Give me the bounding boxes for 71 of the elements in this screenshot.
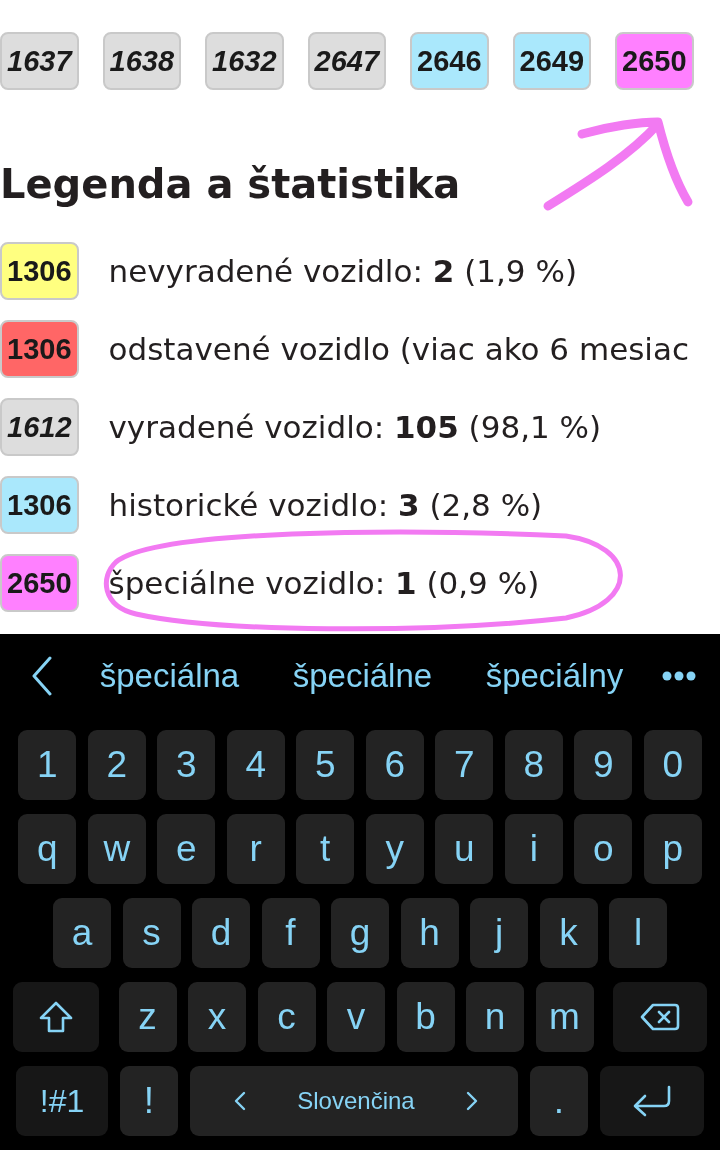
keyboard-key[interactable]: ! — [120, 1066, 178, 1136]
space-key[interactable]: Slovenčina — [190, 1066, 518, 1136]
legend-text: vyradené vozidlo: 105 (98,1 %) — [108, 408, 602, 447]
chevron-left-icon — [234, 1091, 246, 1111]
chevron-right-icon — [466, 1091, 478, 1111]
legend-badge: 2650 — [0, 554, 79, 612]
keyboard-key[interactable]: g — [331, 898, 389, 968]
keyboard-key[interactable]: d — [192, 898, 250, 968]
legend-badge: 1306 — [0, 320, 79, 378]
keyboard-key[interactable]: i — [504, 814, 563, 884]
vehicle-number-badge[interactable]: 2647 — [307, 32, 387, 90]
keyboard-key[interactable]: 6 — [365, 730, 424, 800]
vehicle-number-badge[interactable]: 2650 — [615, 32, 694, 90]
keyboard-key[interactable]: j — [470, 898, 528, 968]
legend-text: nevyradené vozidlo: 2 (1,9 %) — [108, 252, 577, 291]
keyboard-key[interactable]: 9 — [574, 730, 633, 800]
enter-key[interactable] — [600, 1066, 704, 1136]
legend-badge: 1612 — [0, 398, 79, 456]
word-suggestion[interactable]: špeciálny — [485, 656, 624, 696]
backspace-icon — [640, 1003, 680, 1031]
keyboard-key[interactable]: u — [435, 814, 494, 884]
keyboard-key[interactable]: 1 — [18, 730, 77, 800]
section-heading: Legenda a štatistika — [0, 160, 461, 208]
vehicle-number-badge[interactable]: 2649 — [512, 32, 592, 90]
keyboard-key[interactable]: b — [396, 982, 455, 1052]
legend-text: historické vozidlo: 3 (2,8 %) — [108, 486, 543, 525]
word-suggestion[interactable]: špeciálna — [99, 656, 240, 696]
backspace-key[interactable] — [613, 982, 707, 1052]
keyboard-key[interactable]: x — [188, 982, 246, 1052]
shift-key[interactable] — [13, 982, 99, 1052]
keyboard-key[interactable]: m — [535, 982, 594, 1052]
keyboard-key[interactable]: s — [122, 898, 181, 968]
keyboard-key[interactable]: e — [157, 814, 216, 884]
keyboard-key[interactable]: o — [574, 814, 633, 884]
legend-text: špeciálne vozidlo: 1 (0,9 %) — [108, 564, 540, 603]
keyboard-key[interactable]: 5 — [296, 730, 355, 800]
keyboard-key[interactable]: r — [226, 814, 285, 884]
keyboard-key[interactable]: 3 — [157, 730, 216, 800]
keyboard-key[interactable]: v — [327, 982, 385, 1052]
keyboard-key[interactable]: p — [643, 814, 702, 884]
keyboard-key[interactable]: 8 — [504, 730, 563, 800]
keyboard-key[interactable]: c — [257, 982, 316, 1052]
keyboard-key[interactable]: f — [261, 898, 320, 968]
keyboard-key[interactable]: 0 — [643, 730, 702, 800]
vehicle-number-badge[interactable]: 2646 — [410, 32, 489, 90]
legend-badge: 1306 — [0, 476, 79, 534]
shift-icon — [39, 1001, 73, 1033]
keyboard-key[interactable]: k — [539, 898, 598, 968]
keyboard-key[interactable]: n — [466, 982, 524, 1052]
chevron-left-icon[interactable] — [31, 656, 53, 696]
keyboard-key[interactable]: l — [609, 898, 667, 968]
more-icon[interactable] — [662, 671, 696, 681]
vehicle-number-badge[interactable]: 1638 — [102, 32, 182, 90]
keyboard-key[interactable]: a — [53, 898, 111, 968]
vehicle-number-badge[interactable]: 1632 — [205, 32, 284, 90]
keyboard-key[interactable]: 7 — [435, 730, 494, 800]
symbols-key[interactable]: !#1 — [16, 1066, 108, 1136]
keyboard-key[interactable]: q — [18, 814, 77, 884]
word-suggestion[interactable]: špeciálne — [292, 656, 433, 696]
enter-icon — [632, 1085, 672, 1117]
keyboard-key[interactable]: . — [530, 1066, 588, 1136]
keyboard-key[interactable]: w — [87, 814, 146, 884]
keyboard-key[interactable]: z — [118, 982, 177, 1052]
legend-badge: 1306 — [0, 242, 79, 300]
keyboard-key[interactable]: y — [365, 814, 424, 884]
keyboard-key[interactable]: 2 — [87, 730, 146, 800]
legend-text: odstavené vozidlo (viac ako 6 mesiac — [108, 330, 690, 369]
keyboard-key[interactable]: 4 — [226, 730, 285, 800]
keyboard-key[interactable]: h — [400, 898, 459, 968]
keyboard-key[interactable]: t — [296, 814, 355, 884]
vehicle-number-badge[interactable]: 1637 — [0, 32, 79, 90]
